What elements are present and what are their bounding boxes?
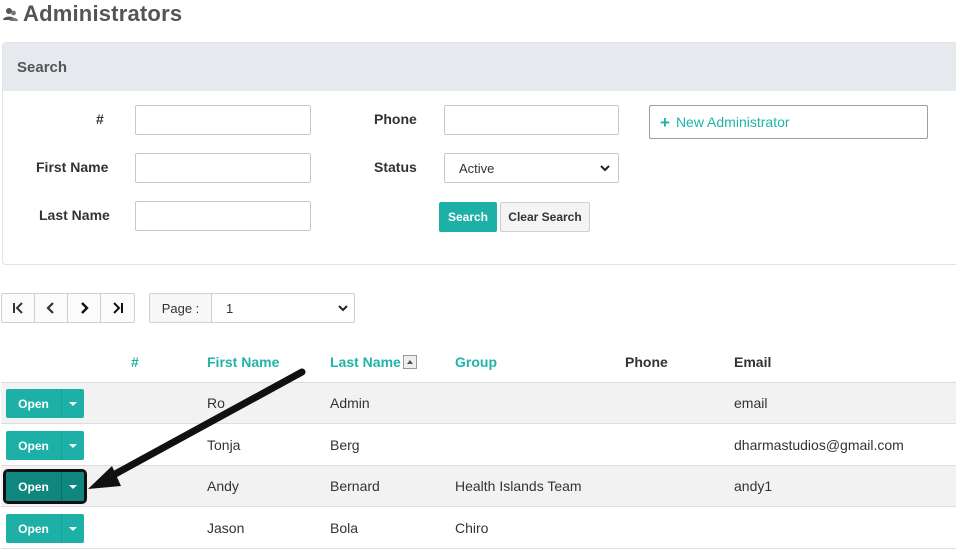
page-value: 1 bbox=[226, 300, 234, 316]
first-name-label: First Name bbox=[36, 159, 109, 175]
plus-icon: + bbox=[660, 112, 670, 132]
cell-first-name: Andy bbox=[207, 478, 239, 494]
cell-last-name: Admin bbox=[330, 395, 370, 411]
open-button[interactable]: Open bbox=[6, 389, 61, 418]
column-header-group[interactable]: Group bbox=[455, 354, 497, 370]
column-header-last-name[interactable]: Last Name bbox=[330, 354, 417, 370]
open-button-group: Open bbox=[3, 469, 87, 504]
open-button[interactable]: Open bbox=[6, 514, 61, 543]
cell-email: email bbox=[734, 395, 768, 411]
open-button-group: Open bbox=[6, 389, 84, 418]
cell-first-name: Ro bbox=[207, 395, 225, 411]
column-header-last-name-label: Last Name bbox=[330, 354, 401, 370]
new-administrator-button[interactable]: + New Administrator bbox=[649, 105, 928, 139]
open-dropdown-toggle[interactable] bbox=[61, 514, 84, 543]
pager bbox=[1, 293, 135, 323]
first-page-button[interactable] bbox=[2, 294, 35, 322]
cell-group: Chiro bbox=[455, 520, 489, 536]
next-page-button[interactable] bbox=[68, 294, 101, 322]
page-title: Administrators bbox=[23, 1, 183, 26]
clear-search-button[interactable]: Clear Search bbox=[500, 202, 590, 232]
cell-last-name: Berg bbox=[330, 437, 360, 453]
status-select-value: Active bbox=[459, 160, 495, 176]
cell-last-name: Bernard bbox=[330, 478, 380, 494]
table-row: Open Ro Admin email bbox=[1, 383, 956, 424]
chevron-left-icon bbox=[46, 302, 54, 314]
last-page-button[interactable] bbox=[101, 294, 134, 322]
chevron-down-icon bbox=[338, 305, 348, 312]
open-dropdown-toggle[interactable] bbox=[61, 389, 84, 418]
cell-group: Health Islands Team bbox=[455, 478, 582, 494]
page-label: Page : bbox=[150, 294, 212, 322]
open-button[interactable]: Open bbox=[6, 472, 61, 501]
users-icon bbox=[3, 8, 18, 21]
cell-email: andy1 bbox=[734, 478, 773, 494]
open-button-group: Open bbox=[6, 431, 84, 460]
cell-last-name: Bola bbox=[330, 520, 359, 536]
first-name-input[interactable] bbox=[135, 153, 311, 183]
open-button[interactable]: Open bbox=[6, 431, 61, 460]
status-select[interactable]: Active bbox=[444, 153, 619, 183]
last-name-label: Last Name bbox=[39, 207, 110, 223]
status-label: Status bbox=[374, 159, 417, 175]
sort-ascending-icon[interactable] bbox=[402, 355, 417, 369]
last-name-input[interactable] bbox=[135, 201, 311, 231]
column-header-email: Email bbox=[734, 354, 772, 370]
search-button[interactable]: Search bbox=[439, 202, 497, 232]
cell-first-name: Tonja bbox=[207, 437, 241, 453]
open-dropdown-toggle[interactable] bbox=[61, 431, 84, 460]
column-header-phone: Phone bbox=[625, 354, 668, 370]
cell-email: dharmastudios@gmail.com bbox=[734, 437, 904, 453]
table-row: Open Andy Bernard Health Islands Team an… bbox=[1, 466, 956, 507]
number-input[interactable] bbox=[135, 105, 311, 135]
page-header: Administrators bbox=[2, 0, 182, 28]
column-header-first-name[interactable]: First Name bbox=[207, 354, 279, 370]
column-header-number[interactable]: # bbox=[131, 354, 139, 370]
previous-page-button[interactable] bbox=[35, 294, 68, 322]
last-page-icon bbox=[112, 302, 123, 314]
cell-first-name: Jason bbox=[207, 520, 245, 536]
number-label: # bbox=[96, 111, 104, 127]
table-row: Open Tonja Berg dharmastudios@gmail.com bbox=[1, 425, 956, 466]
chevron-down-icon bbox=[600, 165, 610, 172]
chevron-right-icon bbox=[81, 302, 89, 314]
open-dropdown-toggle[interactable] bbox=[61, 472, 84, 501]
open-button-group: Open bbox=[6, 514, 84, 543]
search-panel-heading: Search bbox=[3, 43, 956, 91]
page-select[interactable]: Page : 1 bbox=[149, 293, 355, 323]
first-page-icon bbox=[13, 302, 23, 314]
phone-input[interactable] bbox=[444, 105, 619, 135]
new-administrator-label: New Administrator bbox=[675, 114, 790, 130]
phone-label: Phone bbox=[374, 111, 417, 127]
table-row: Open Jason Bola Chiro bbox=[1, 508, 956, 549]
